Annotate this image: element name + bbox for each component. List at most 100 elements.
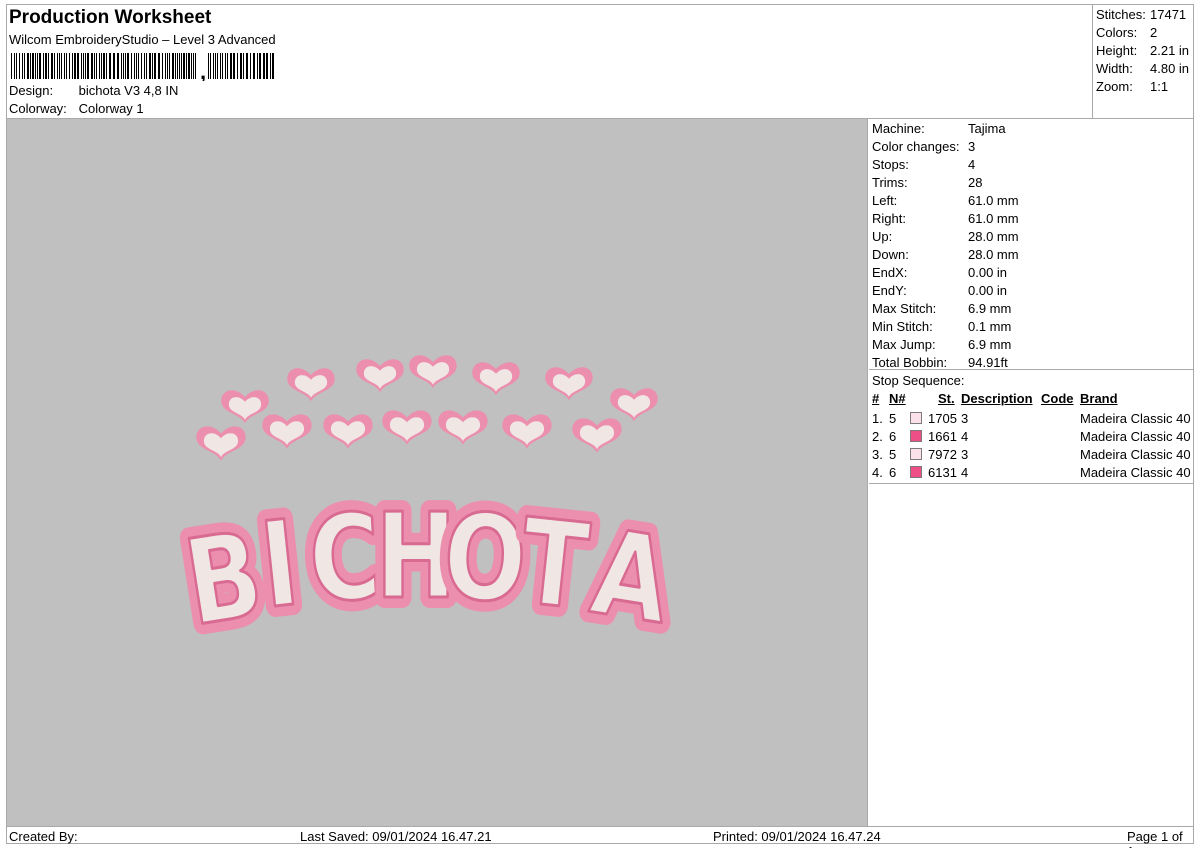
machine-info-label: Right:	[872, 211, 906, 226]
machine-info-label: Color changes:	[872, 139, 960, 154]
machine-info-label: Max Stitch:	[872, 301, 937, 316]
table-row: 1. 5 1705 3 Madeira Classic 40	[869, 409, 1193, 427]
heart-icon	[409, 355, 457, 389]
machine-info-row: EndX: 0.00 in	[872, 265, 1007, 283]
table-row: 4. 6 6131 4 Madeira Classic 40	[869, 463, 1193, 481]
color-description: 3	[961, 447, 969, 462]
summary-label: Height:	[1096, 43, 1138, 58]
machine-info-row: Max Stitch: 6.9 mm	[872, 301, 1011, 319]
machine-info-label: Min Stitch:	[872, 319, 933, 334]
worksheet-footer: Created By: Last Saved: 09/01/2024 16.47…	[7, 826, 1193, 848]
thread-brand: Madeira Classic 40	[1080, 411, 1191, 426]
color-description: 4	[961, 465, 969, 480]
svg-text:B: B	[177, 506, 271, 653]
design-letter: CC	[296, 479, 394, 639]
col-code: Code	[1041, 391, 1074, 406]
colorway-row: Colorway: Colorway 1	[9, 101, 144, 116]
machine-info-value: 61.0 mm	[968, 211, 1019, 226]
divider	[869, 483, 1193, 484]
machine-info-value: 28	[968, 175, 983, 190]
machine-info-value: 28.0 mm	[968, 247, 1019, 262]
machine-info-label: Trims:	[872, 175, 908, 190]
machine-info-label: Down:	[872, 247, 909, 262]
barcode-image: ,	[11, 53, 274, 81]
machine-info-value: 3	[968, 139, 976, 154]
svg-text:C: C	[306, 489, 384, 629]
summary-row: Colors: 2	[1096, 25, 1157, 40]
machine-info-label: Up:	[872, 229, 893, 244]
machine-info-value: 94.91ft	[968, 355, 1008, 370]
color-swatch	[910, 430, 922, 442]
heart-icon	[472, 362, 520, 396]
machine-info-value: Tajima	[968, 121, 1006, 136]
summary-value: 1:1	[1150, 79, 1169, 94]
embroidery-design-image: BBII CCHHOOTTAA	[167, 355, 689, 663]
machine-info-value: 28.0 mm	[968, 229, 1019, 244]
machine-info-label: Stops:	[872, 157, 909, 172]
color-swatch	[910, 448, 922, 460]
summary-label: Colors:	[1096, 25, 1138, 40]
summary-row: Zoom: 1:1	[1096, 79, 1168, 94]
thread-brand: Madeira Classic 40	[1080, 447, 1191, 462]
stitch-count: 1705	[928, 411, 957, 426]
summary-row: Stitches: 17471	[1096, 7, 1186, 22]
page-number: Page 1 of 1	[1127, 829, 1183, 848]
machine-info-label: Machine:	[872, 121, 925, 136]
machine-info-value: 6.9 mm	[968, 337, 1012, 352]
machine-info-row: EndY: 0.00 in	[872, 283, 1007, 301]
heart-icon	[287, 368, 335, 402]
summary-label: Zoom:	[1096, 79, 1133, 94]
design-text: BBII CCHHOOTTAA	[167, 479, 689, 663]
stop-table-header: # N# St. Description Code Brand	[869, 391, 1193, 409]
col-needle: N#	[889, 391, 906, 406]
stop-sequence-title: Stop Sequence:	[872, 373, 965, 388]
machine-info-label: Total Bobbin:	[872, 355, 948, 370]
worksheet-header: Production Worksheet Wilcom EmbroiderySt…	[7, 5, 1193, 119]
machine-info-row: Machine: Tajima	[872, 121, 1006, 139]
machine-info-row: Color changes: 3	[872, 139, 975, 157]
needle-number: 5	[889, 411, 897, 426]
page-title: Production Worksheet	[9, 7, 212, 28]
color-swatch	[910, 412, 922, 424]
heart-icon	[438, 410, 488, 445]
heart-icon	[545, 367, 593, 401]
heart-row-top	[221, 355, 658, 424]
summary-value: 17471	[1150, 7, 1187, 22]
col-stitches: St.	[938, 391, 955, 406]
heart-icon	[382, 410, 432, 445]
machine-info-value: 0.00 in	[968, 283, 1008, 298]
design-letter: AA	[574, 494, 689, 661]
machine-info-row: Up: 28.0 mm	[872, 229, 1019, 247]
machine-info-label: Left:	[872, 193, 898, 208]
summary-value: 4.80 in	[1150, 61, 1190, 76]
machine-info-row: Trims: 28	[872, 175, 982, 193]
machine-info-label: EndX:	[872, 265, 908, 280]
table-row: 3. 5 7972 3 Madeira Classic 40	[869, 445, 1193, 463]
machine-info-value: 0.1 mm	[968, 319, 1012, 334]
stop-number: 1.	[872, 411, 883, 426]
design-preview: BBIICCHHOOTTAA	[7, 119, 868, 826]
created-by: Created By:	[9, 829, 78, 844]
needle-number: 6	[889, 465, 897, 480]
col-brand: Brand	[1080, 391, 1118, 406]
colorway-value: Colorway 1	[78, 101, 144, 116]
stop-number: 4.	[872, 465, 883, 480]
machine-info-label: EndY:	[872, 283, 907, 298]
machine-info-value: 61.0 mm	[968, 193, 1019, 208]
machine-info-row: Down: 28.0 mm	[872, 247, 1019, 265]
stop-number: 2.	[872, 429, 883, 444]
summary-row: Width: 4.80 in	[1096, 61, 1189, 76]
design-letter: BB	[167, 496, 281, 662]
stop-number: 3.	[872, 447, 883, 462]
svg-text:,: ,	[200, 59, 206, 81]
last-saved: Last Saved: 09/01/2024 16.47.21	[300, 829, 492, 844]
needle-number: 6	[889, 429, 897, 444]
heart-icon	[610, 388, 658, 422]
summary-label: Stitches:	[1096, 7, 1146, 22]
machine-info-panel: Machine: Tajima Color changes: 3 Stops: 4 Trim…	[869, 119, 1193, 826]
stitch-count: 7972	[928, 447, 957, 462]
color-description: 3	[961, 411, 969, 426]
summary-value: 2.21 in	[1150, 43, 1190, 58]
heart-icon	[572, 418, 622, 453]
machine-info-row: Left: 61.0 mm	[872, 193, 1019, 211]
